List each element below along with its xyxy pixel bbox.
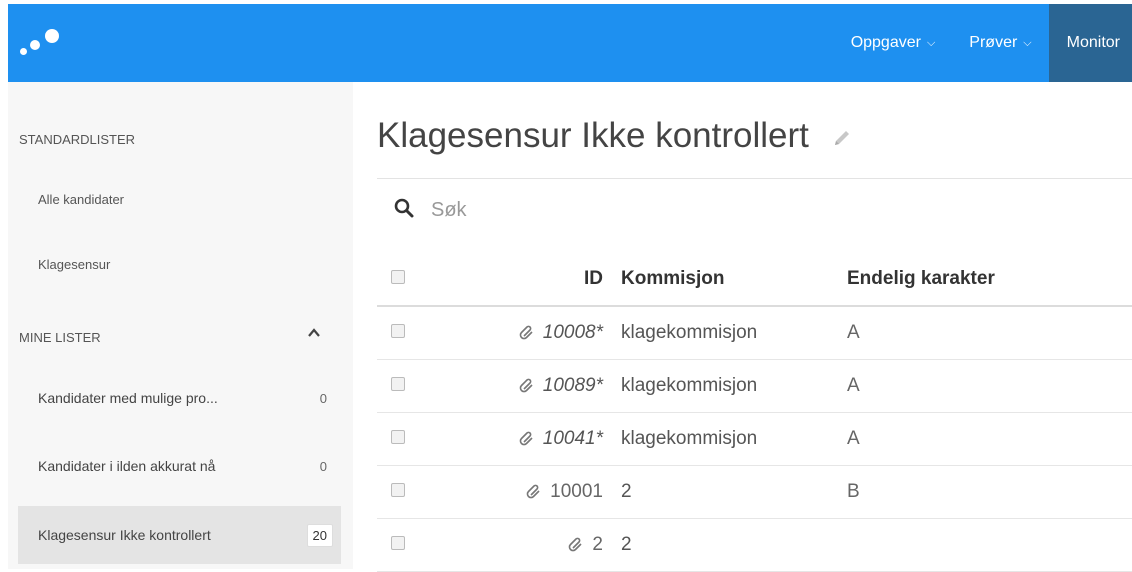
page-title-text: Klagesensur Ikke kontrollert	[377, 116, 809, 155]
sidebar-item-klagesensur-ikke-kontrollert[interactable]: Klagesensur Ikke kontrollert 20	[18, 506, 341, 564]
karakter-cell: A	[847, 359, 1132, 413]
page-title: Klagesensur Ikke kontrollert	[377, 116, 853, 156]
kommisjon-cell: klagekommisjon	[621, 412, 847, 466]
karakter-cell	[847, 518, 1132, 572]
kommisjon-cell: klagekommisjon	[621, 306, 847, 360]
row-select-cell	[377, 306, 419, 360]
pencil-icon[interactable]	[831, 127, 853, 149]
row-select-cell	[377, 359, 419, 413]
karakter-cell: A	[847, 412, 1132, 466]
chevron-up-icon[interactable]	[307, 326, 321, 340]
nav-label: Oppgaver	[850, 34, 921, 51]
main-content: Klagesensur Ikke kontrollert ID Kommisjo…	[377, 82, 1132, 572]
kommisjon-cell: 2	[621, 518, 847, 572]
nav-label: Monitor	[1066, 34, 1120, 51]
karakter-cell: A	[847, 306, 1132, 360]
row-select-cell	[377, 465, 419, 519]
sidebar: STANDARDLISTER Alle kandidater Klagesens…	[8, 82, 353, 569]
id-cell: 10008*	[419, 306, 621, 360]
count-badge: 0	[319, 458, 327, 474]
search-bar	[377, 178, 1132, 239]
table-row[interactable]: 2 2	[377, 518, 1132, 572]
sidebar-item-mulige-problemer[interactable]: Kandidater med mulige pro... 0	[18, 369, 341, 427]
my-lists-heading: MINE LISTER	[19, 330, 101, 345]
paperclip-icon	[526, 484, 540, 499]
id-cell: 10089*	[419, 359, 621, 413]
id-cell: 10001	[419, 465, 621, 519]
column-header-kommisjon[interactable]: Kommisjon	[621, 253, 847, 307]
search-input[interactable]	[429, 195, 733, 225]
column-header-endelig-karakter[interactable]: Endelig karakter	[847, 253, 1132, 307]
count-badge: 0	[319, 390, 327, 406]
row-checkbox[interactable]	[391, 377, 405, 391]
sidebar-item-alle-kandidater[interactable]: Alle kandidater	[38, 192, 124, 207]
select-all-cell	[377, 253, 419, 307]
row-select-cell	[377, 412, 419, 466]
candidate-id[interactable]: 10001	[550, 481, 603, 502]
paperclip-icon	[519, 378, 533, 393]
kommisjon-cell: 2	[621, 465, 847, 519]
row-checkbox[interactable]	[391, 483, 405, 497]
top-bar: Oppgaver ⌵ Prøver ⌵ Monitor	[8, 4, 1132, 82]
count-badge: 20	[306, 523, 333, 547]
paperclip-icon	[519, 431, 533, 446]
candidate-id[interactable]: 10008*	[543, 322, 603, 343]
table-row[interactable]: 10041* klagekommisjon A	[377, 412, 1132, 466]
row-select-cell	[377, 518, 419, 572]
list-label: Klagesensur Ikke kontrollert	[38, 527, 211, 543]
id-cell: 10041*	[419, 412, 621, 466]
table-header-row: ID Kommisjon Endelig karakter	[377, 253, 1132, 307]
main-nav: Oppgaver ⌵ Prøver ⌵ Monitor	[834, 4, 1132, 82]
column-header-id[interactable]: ID	[419, 253, 621, 307]
table-row[interactable]: 10008* klagekommisjon A	[377, 306, 1132, 360]
table-row[interactable]: 10001 2 B	[377, 465, 1132, 519]
karakter-cell: B	[847, 465, 1132, 519]
table-row[interactable]: 10089* klagekommisjon A	[377, 359, 1132, 413]
app-logo[interactable]	[20, 24, 70, 64]
nav-prover[interactable]: Prøver ⌵	[952, 4, 1048, 82]
id-cell: 2	[419, 518, 621, 572]
chevron-down-icon: ⌵	[1023, 36, 1032, 49]
nav-monitor[interactable]: Monitor	[1048, 4, 1132, 82]
sidebar-item-i-ilden[interactable]: Kandidater i ilden akkurat nå 0	[18, 437, 341, 495]
row-checkbox[interactable]	[391, 324, 405, 338]
candidate-id[interactable]: 10089*	[543, 375, 603, 396]
row-checkbox[interactable]	[391, 536, 405, 550]
candidate-table: ID Kommisjon Endelig karakter 10008* kla…	[377, 253, 1132, 572]
select-all-checkbox[interactable]	[391, 270, 405, 284]
nav-label: Prøver	[969, 34, 1018, 51]
list-label: Kandidater i ilden akkurat nå	[38, 458, 216, 474]
candidate-id[interactable]: 2	[592, 534, 603, 555]
search-icon	[394, 198, 414, 218]
candidate-id[interactable]: 10041*	[543, 428, 603, 449]
chevron-down-icon: ⌵	[926, 36, 936, 49]
sidebar-item-klagesensur[interactable]: Klagesensur	[38, 257, 110, 272]
kommisjon-cell: klagekommisjon	[621, 359, 847, 413]
row-checkbox[interactable]	[391, 430, 405, 444]
standard-lists-heading: STANDARDLISTER	[19, 132, 136, 147]
nav-oppgaver[interactable]: Oppgaver ⌵	[834, 4, 953, 82]
list-label: Kandidater med mulige pro...	[38, 390, 218, 406]
paperclip-icon	[569, 537, 582, 552]
paperclip-icon	[519, 325, 533, 340]
